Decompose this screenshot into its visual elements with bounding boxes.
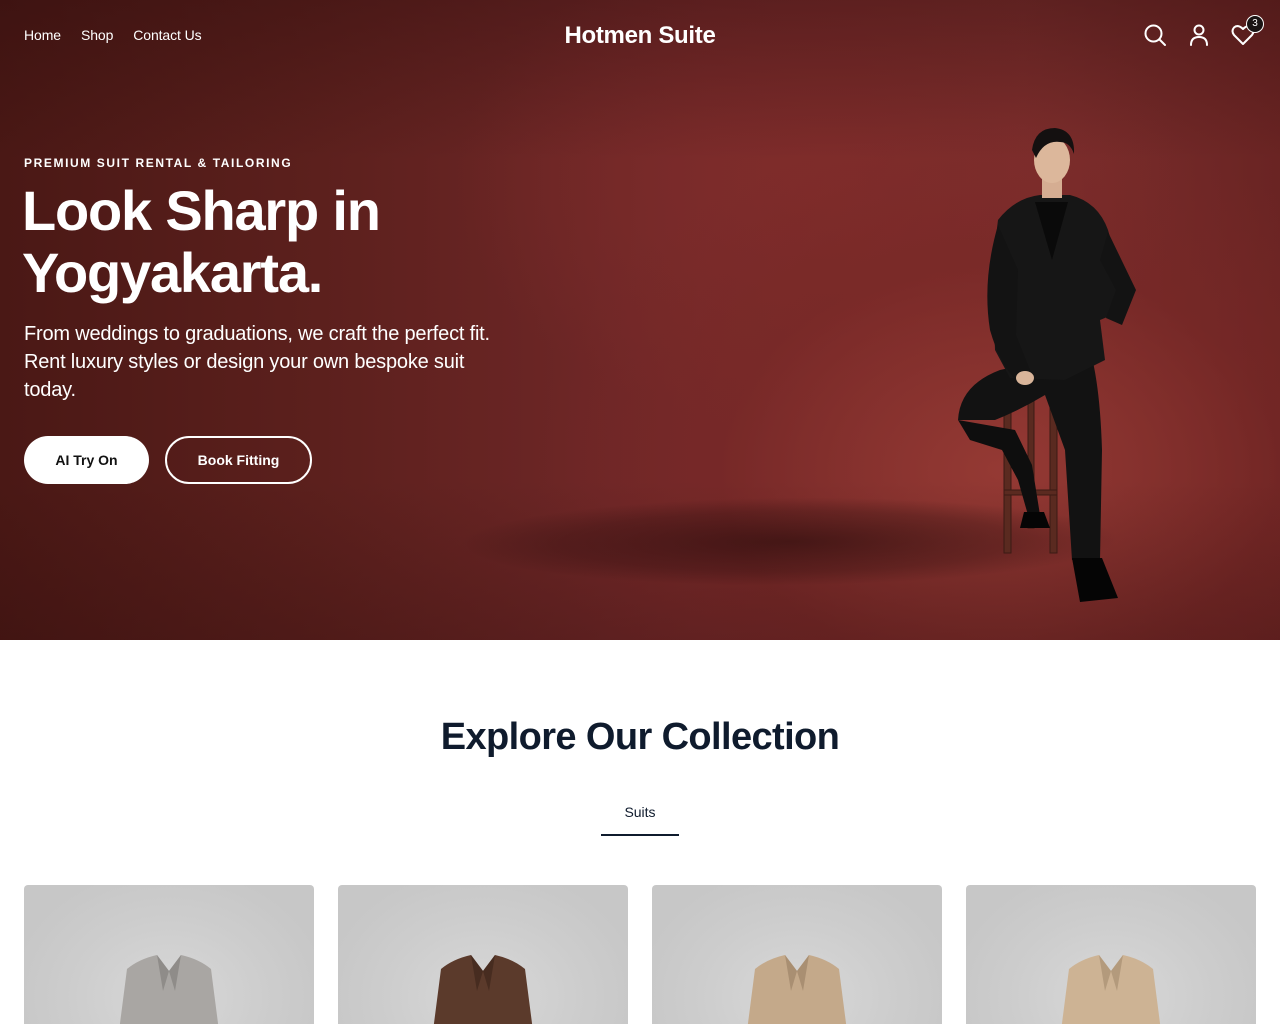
suit-jacket-image — [1061, 955, 1161, 1024]
wishlist-count-badge: 3 — [1246, 15, 1264, 33]
product-card[interactable] — [338, 885, 628, 1024]
suit-jacket-image — [119, 955, 219, 1024]
top-navigation: Home Shop Contact Us Hotmen Suite 3 — [0, 0, 1280, 72]
book-fitting-button[interactable]: Book Fitting — [165, 436, 312, 484]
collection-title: Explore Our Collection — [440, 716, 840, 758]
hero-subtext: From weddings to graduations, we craft t… — [24, 323, 490, 401]
search-icon[interactable] — [1142, 22, 1168, 48]
suit-jacket-image — [433, 955, 533, 1024]
hero-eyebrow: PREMIUM SUIT RENTAL & TAILORING — [24, 156, 293, 170]
ai-try-on-button[interactable]: AI Try On — [24, 436, 149, 484]
user-icon[interactable] — [1186, 22, 1212, 48]
nav-icons: 3 — [1142, 15, 1264, 48]
product-card[interactable] — [966, 885, 1256, 1024]
product-card[interactable] — [652, 885, 942, 1024]
product-card[interactable] — [24, 885, 314, 1024]
hero-model-image — [940, 120, 1180, 620]
hero-headline: Look Sharp in Yogyakarta. — [22, 179, 381, 304]
suit-jacket-image — [747, 955, 847, 1024]
wishlist-heart-icon[interactable]: 3 — [1230, 15, 1264, 48]
tab-suits[interactable]: Suits — [601, 804, 679, 836]
brand-logo[interactable]: Hotmen Suite — [0, 22, 1280, 50]
product-grid — [24, 885, 1256, 1024]
